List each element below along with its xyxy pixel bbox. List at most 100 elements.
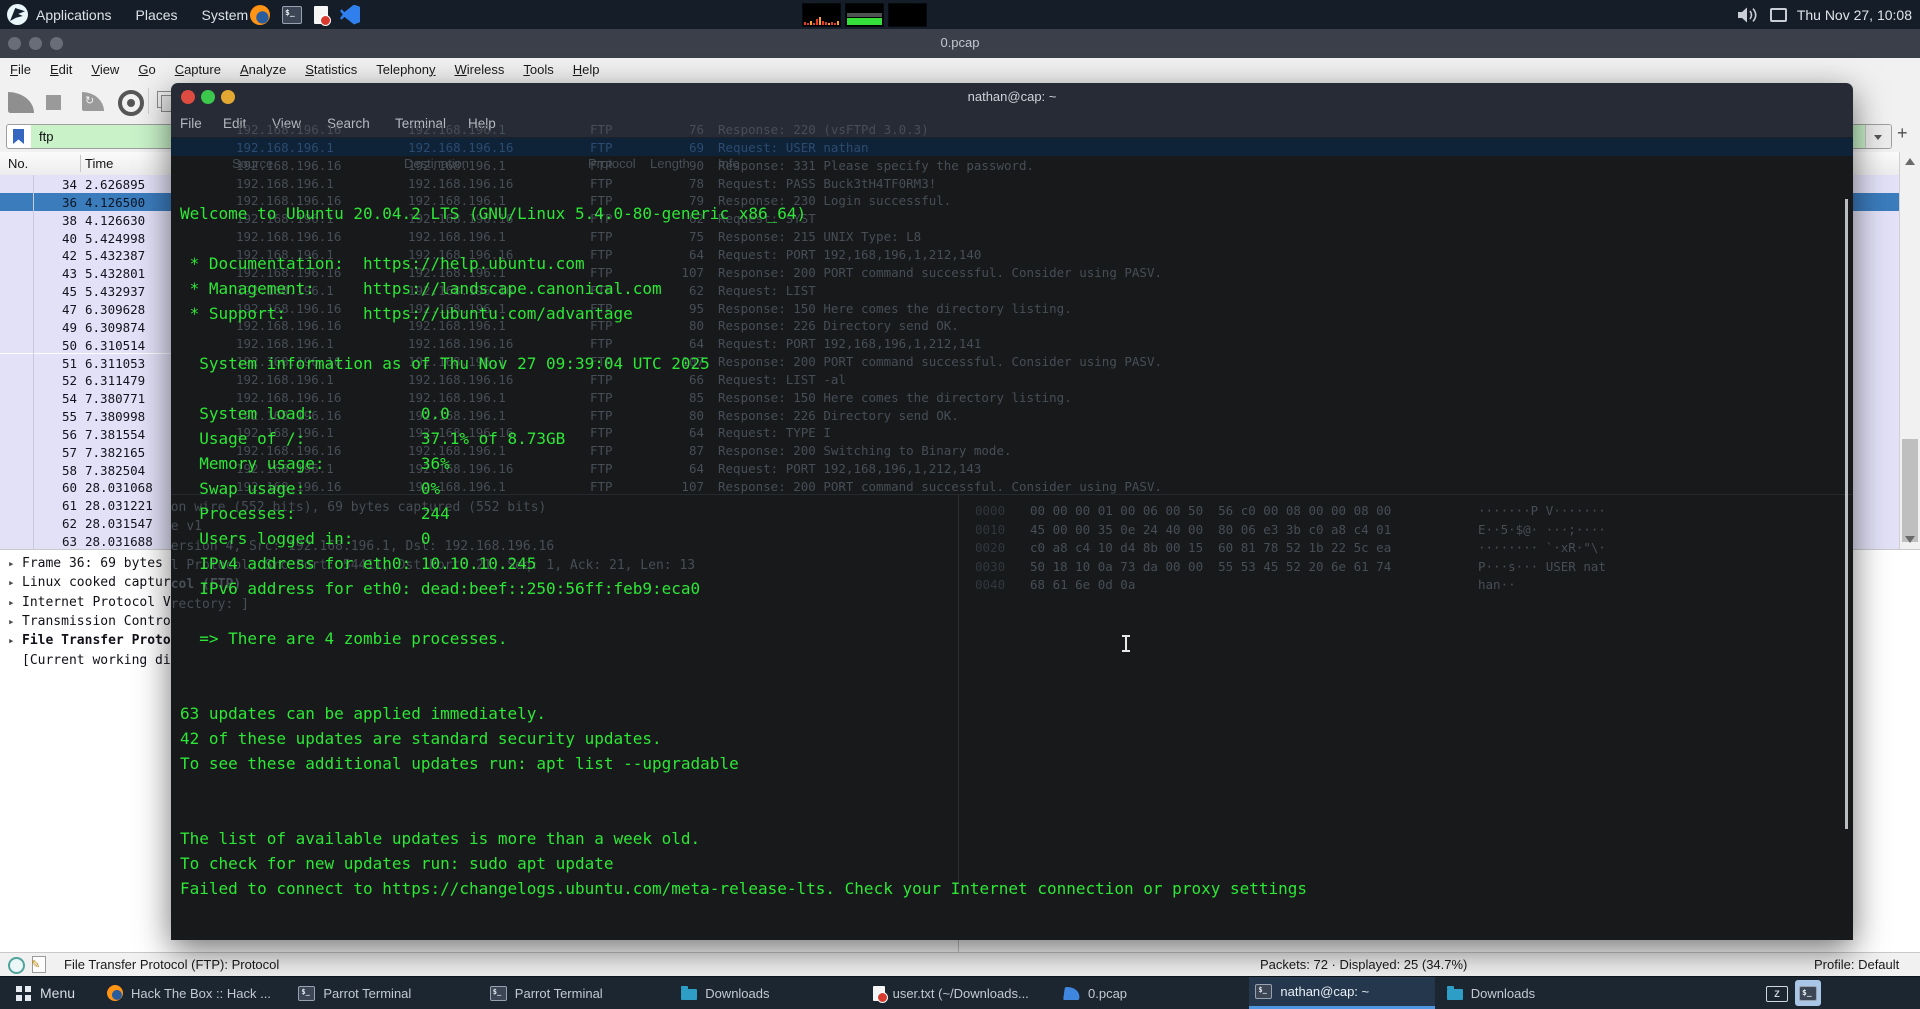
terminal-content[interactable]: No.TimeSourceDestinationProtocolLengthIn… xyxy=(171,122,1853,940)
taskbar-item-user-txt-downloads[interactable]: user.txt (~/Downloads... xyxy=(867,977,1053,1009)
menu-grid-icon[interactable] xyxy=(16,986,22,992)
text-editor-icon xyxy=(872,985,888,1003)
task-label: user.txt (~/Downloads... xyxy=(892,985,1029,1001)
ghost-proto: FTP xyxy=(590,139,613,155)
packet-list-header-sliver xyxy=(1853,152,1899,176)
taskbar-item-downloads[interactable]: Downloads xyxy=(1441,977,1627,1009)
packet-time: 5.424998 xyxy=(85,230,146,246)
packet-no: 63 xyxy=(61,534,77,549)
expand-arrow-icon[interactable]: ▸ xyxy=(8,576,15,589)
packet-no: 60 xyxy=(61,480,77,496)
packet-no: 34 xyxy=(61,177,77,192)
terminal-window-icon xyxy=(1799,986,1817,1001)
taskbar: Menu Hack The Box :: Hack ... Parrot Term… xyxy=(0,976,1920,1009)
packet-time: 4.126500 xyxy=(85,194,146,210)
vscode-icon[interactable] xyxy=(340,4,360,25)
ghost-packet-row: 405.424998192.168.196.1192.168.196.16FTP… xyxy=(171,174,1853,192)
scroll-down-icon[interactable] xyxy=(1905,536,1915,543)
parrot-logo-icon[interactable] xyxy=(7,4,28,25)
packet-no: 42 xyxy=(61,248,77,264)
folder-icon xyxy=(681,986,698,1000)
ghost-len: 69 xyxy=(688,139,704,155)
notifications-icon[interactable] xyxy=(1769,7,1787,22)
packet-no: 40 xyxy=(61,230,77,246)
packet-no: 38 xyxy=(61,212,77,228)
clock[interactable]: Thu Nov 27, 10:08 xyxy=(1797,7,1912,23)
packet-no: 57 xyxy=(61,444,77,460)
speaker-icon[interactable] xyxy=(1736,6,1760,24)
network-graph-applet[interactable] xyxy=(888,3,927,27)
terminal-text: Welcome to Ubuntu 20.04.2 LTS (GNU/Linux… xyxy=(180,204,1308,898)
firefox-icon[interactable] xyxy=(250,4,270,25)
terminal-scrollbar[interactable] xyxy=(1845,199,1848,829)
ghost-proto: FTP xyxy=(590,157,613,173)
text-editor-icon[interactable] xyxy=(314,5,331,26)
desktop-root: Applications Places System Thu Nov 27, 10:… xyxy=(0,0,1920,1009)
ghost-packet-row: 342.626895192.168.196.16192.168.196.1FTP… xyxy=(171,120,1853,138)
memory-used-band xyxy=(847,18,882,25)
packet-time: 4.126630 xyxy=(85,212,146,228)
task-label: Parrot Terminal xyxy=(514,985,603,1001)
taskbar-item-0-pcap[interactable]: 0.pcap xyxy=(1058,977,1244,1009)
topbar-menu-system[interactable]: System xyxy=(202,7,249,23)
top-panel-launchers xyxy=(250,3,360,26)
taskbar-item-hack-the-box-hack[interactable]: Hack The Box :: Hack ... xyxy=(101,977,287,1009)
ghost-info: Response: 220 (vsFTPd 3.0.3) xyxy=(718,122,929,137)
packet-no: 49 xyxy=(61,319,77,335)
topbar-menu-places[interactable]: Places xyxy=(136,7,178,23)
ghost-proto: FTP xyxy=(590,122,613,137)
packet-time: 6.309628 xyxy=(85,301,146,317)
task-label: Downloads xyxy=(705,985,770,1001)
capture-properties-icon[interactable] xyxy=(8,957,25,974)
taskbar-item-downloads[interactable]: Downloads xyxy=(675,977,861,1009)
ghost-hex-asc: ········ `·xR·"\· xyxy=(1478,540,1606,556)
packet-list-scrollbar[interactable] xyxy=(1899,152,1920,549)
ghost-src: 192.168.196.1 xyxy=(236,139,334,155)
keyboard-layout-icon[interactable]: Z xyxy=(1766,986,1788,1002)
taskbar-menu-button[interactable]: Menu xyxy=(40,985,75,1001)
expand-arrow-icon[interactable]: ▸ xyxy=(8,615,15,628)
packet-no: 62 xyxy=(61,516,77,532)
packet-time: 2.626895 xyxy=(85,177,146,192)
task-label: Hack The Box :: Hack ... xyxy=(131,985,271,1001)
ghost-info: Request: PASS Buck3tH4TF0RM3! xyxy=(718,175,937,191)
selected-row-sliver xyxy=(1853,192,1899,211)
terminal-icon xyxy=(1255,984,1273,999)
scrollbar-thumb[interactable] xyxy=(1902,439,1918,542)
ghost-packet-row: 384.126630192.168.196.16192.168.196.1FTP… xyxy=(171,156,1853,174)
annotation-icon[interactable] xyxy=(31,956,46,973)
tray-active-window-box[interactable] xyxy=(1795,980,1821,1006)
expand-arrow-icon[interactable]: ▸ xyxy=(8,596,15,609)
expand-arrow-icon[interactable]: ▸ xyxy=(8,557,15,570)
taskbar-item-parrot-terminal[interactable]: Parrot Terminal xyxy=(484,977,670,1009)
packet-no: 61 xyxy=(61,498,77,514)
ghost-src: 192.168.196.1 xyxy=(236,175,334,191)
firefox-icon xyxy=(107,985,123,1001)
mouse-text-cursor xyxy=(1122,635,1130,652)
topbar-menu-applications[interactable]: Applications xyxy=(36,7,112,23)
ghost-src: 192.168.196.16 xyxy=(236,157,342,173)
ghost-hex-asc: han·· xyxy=(1478,577,1516,593)
packet-no: 45 xyxy=(61,284,77,300)
status-profile[interactable]: Profile: Default xyxy=(1814,957,1899,972)
top-panel: Applications Places System Thu Nov 27, 10:… xyxy=(0,0,1920,29)
packet-time: 5.432387 xyxy=(85,248,146,264)
status-packet-counts: Packets: 72 · Displayed: 25 (34.7%) xyxy=(1260,957,1468,972)
packet-time: 7.381554 xyxy=(85,426,146,442)
ghost-dst: 192.168.196.16 xyxy=(408,139,514,155)
taskbar-item-parrot-terminal[interactable]: Parrot Terminal xyxy=(292,977,478,1009)
expand-arrow-icon[interactable]: ▸ xyxy=(8,634,15,647)
ghost-proto: FTP xyxy=(590,175,613,191)
cpu-graph-applet[interactable] xyxy=(802,3,841,27)
scroll-up-icon[interactable] xyxy=(1905,158,1915,165)
packet-time: 28.031688 xyxy=(85,534,153,549)
ghost-src: 192.168.196.16 xyxy=(236,122,342,137)
packet-time: 6.311479 xyxy=(85,373,146,389)
wireshark-icon xyxy=(1063,986,1081,1000)
packet-no: 51 xyxy=(61,355,77,371)
packet-list-gutter xyxy=(33,175,34,549)
taskbar-item-nathan-cap[interactable]: nathan@cap: ~ xyxy=(1249,977,1436,1009)
terminal-icon[interactable] xyxy=(282,5,302,24)
packet-time: 5.432801 xyxy=(85,266,146,282)
memory-graph-applet[interactable] xyxy=(845,3,884,27)
